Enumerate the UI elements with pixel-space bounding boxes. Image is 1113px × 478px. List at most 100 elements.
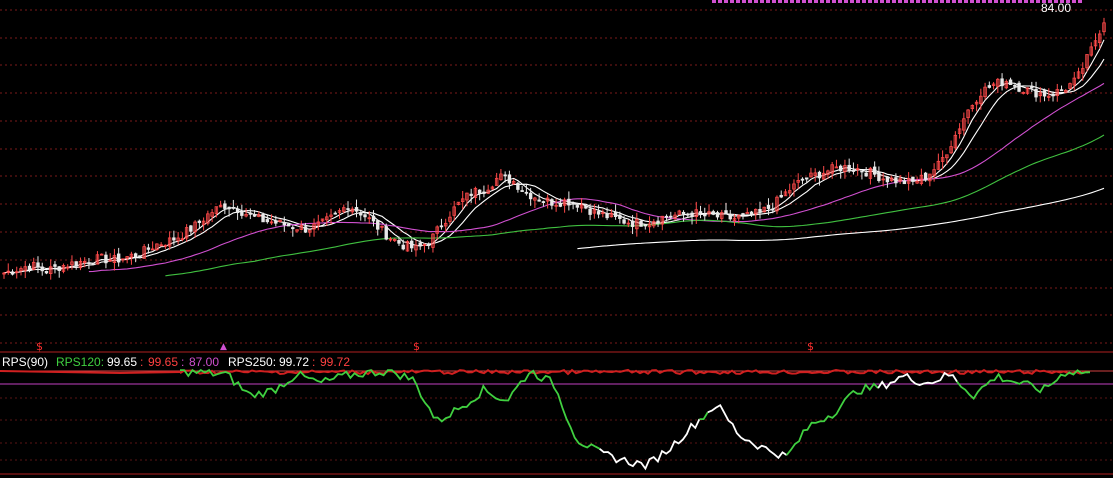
top-marker-strip	[862, 0, 866, 3]
top-marker-strip	[910, 0, 914, 3]
top-marker-strip	[736, 0, 740, 3]
top-marker-strip	[856, 0, 860, 3]
candle-body	[669, 215, 673, 218]
rps120-sep: :	[140, 355, 143, 369]
candle-body	[57, 266, 61, 271]
candle-body	[728, 213, 732, 220]
buy-marker: ▲	[220, 342, 227, 352]
price-grid	[0, 9, 1113, 344]
rps120-white-segment	[599, 418, 701, 471]
candle-body	[401, 244, 405, 250]
candle-body	[656, 220, 660, 224]
candle-body	[885, 176, 890, 183]
rps250-label: RPS250:	[228, 355, 276, 369]
top-marker-strip	[952, 0, 956, 3]
top-marker-strip	[946, 0, 950, 3]
candle-body	[40, 266, 44, 272]
top-marker-strip	[820, 0, 824, 3]
top-marker-strip	[796, 0, 800, 3]
top-marker-strip	[730, 0, 734, 3]
candle-body	[749, 211, 754, 216]
candle-body	[817, 171, 822, 179]
rps250-sep: :	[312, 355, 315, 369]
top-marker-strip	[832, 0, 836, 3]
candle-body	[622, 219, 626, 224]
candle-body	[346, 208, 350, 210]
candle-body	[53, 264, 57, 267]
candle-body	[439, 225, 444, 228]
candle-body	[1017, 82, 1021, 92]
ma-mid-line	[3, 58, 1105, 274]
candle-body	[384, 226, 388, 240]
top-marker-strip	[772, 0, 776, 3]
top-marker-strip	[934, 0, 938, 3]
candle-body	[703, 214, 707, 217]
candle-body	[427, 243, 431, 246]
candle-body	[359, 212, 363, 216]
rps-indicator-name: RPS(90)	[2, 355, 48, 369]
top-marker-strip	[1024, 0, 1028, 3]
top-marker-strip	[898, 0, 902, 3]
candle-body	[231, 207, 236, 209]
top-marker-strip	[808, 0, 812, 3]
rps-lines	[0, 368, 1091, 471]
candle-body	[894, 177, 898, 184]
price-label: 84.00	[1041, 1, 1071, 15]
candle-body	[516, 182, 520, 190]
top-marker-strip	[928, 0, 932, 3]
candle-body	[567, 198, 571, 206]
candle-body	[10, 271, 15, 275]
top-marker-strip	[748, 0, 752, 3]
candle-body	[223, 203, 227, 209]
candle-body	[363, 214, 367, 218]
candle-body	[541, 201, 546, 203]
candle-body	[724, 210, 728, 215]
candle-body	[860, 170, 864, 173]
candle-body	[189, 225, 193, 232]
candle-body	[1000, 78, 1004, 87]
candle-body	[613, 211, 618, 217]
top-marker-strip	[994, 0, 998, 3]
candle-body	[923, 172, 928, 180]
candle-body	[558, 203, 563, 207]
candle-body	[575, 205, 580, 208]
candle-body	[664, 215, 669, 218]
candle-body	[528, 192, 533, 200]
candle-body	[698, 211, 703, 214]
candle-body	[681, 211, 686, 215]
moving-averages	[3, 39, 1105, 277]
candle-body	[1051, 93, 1055, 97]
ma-green-line	[165, 134, 1105, 277]
candle-body	[397, 240, 401, 244]
top-marker-strip	[874, 0, 878, 3]
top-marker-strip	[1018, 0, 1022, 3]
candle-body	[133, 253, 138, 258]
candle-body	[291, 227, 295, 230]
rps120-value2: 99.65	[148, 355, 178, 369]
top-marker-strip	[988, 0, 992, 3]
top-marker-strip	[838, 0, 842, 3]
candle-body	[834, 166, 839, 169]
top-marker-strip	[1078, 0, 1082, 3]
candle-body	[418, 242, 422, 247]
candle-body	[766, 204, 771, 209]
candle-body	[520, 190, 524, 192]
candle-body	[911, 176, 915, 182]
candle-body	[902, 180, 907, 185]
candle-body	[715, 212, 720, 218]
rps120-value3: 87.00	[189, 355, 219, 369]
candle-body	[146, 247, 151, 250]
top-marker-strip	[826, 0, 830, 3]
top-marker-strip	[886, 0, 890, 3]
top-marker-strip	[718, 0, 722, 3]
candle-body	[550, 199, 554, 206]
top-marker-strip	[916, 0, 920, 3]
candle-body	[507, 174, 512, 184]
candle-body	[630, 220, 635, 227]
rps120-sep2: :	[181, 355, 184, 369]
candle-body	[74, 261, 78, 267]
candle-body	[872, 166, 877, 175]
candlesticks	[2, 17, 1106, 280]
top-marker-strip	[742, 0, 746, 3]
rps120-green-segment	[180, 368, 601, 450]
